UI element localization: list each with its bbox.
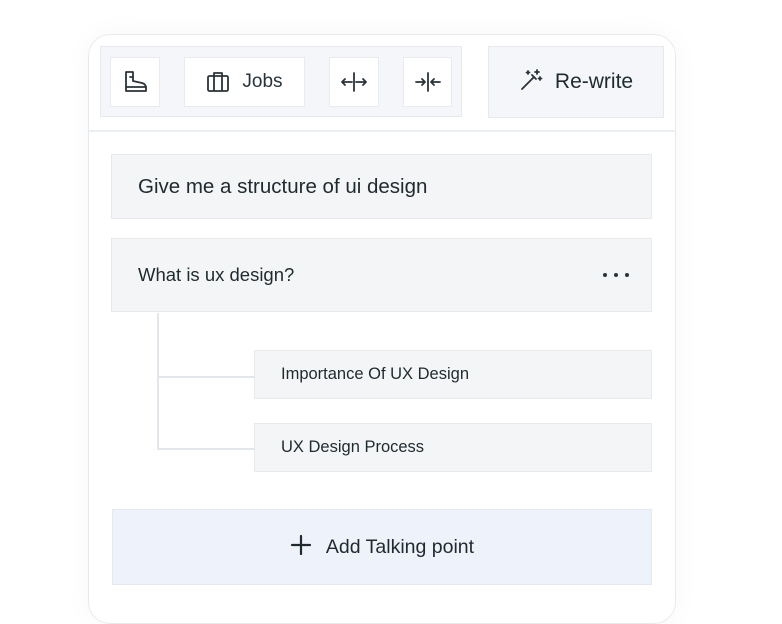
expand-horizontal-icon: [340, 71, 368, 93]
prompt-block[interactable]: Give me a structure of ui design: [111, 154, 652, 219]
tree-branch: [157, 448, 254, 450]
more-options-icon[interactable]: [603, 267, 629, 283]
tree-connector: [157, 313, 159, 449]
jobs-label: Jobs: [242, 71, 283, 92]
subpoint-text: Importance Of UX Design: [281, 365, 469, 383]
plus-icon: [290, 534, 312, 561]
subpoint-item[interactable]: UX Design Process: [254, 423, 652, 472]
briefcase-icon: [206, 71, 230, 93]
add-talking-point-button[interactable]: Add Talking point: [112, 509, 652, 585]
tree-branch: [157, 376, 254, 378]
subpoint-text: UX Design Process: [281, 438, 425, 456]
subpoint-item[interactable]: Importance Of UX Design: [254, 350, 652, 399]
heading-block[interactable]: What is ux design?: [111, 238, 652, 312]
heading-text: What is ux design?: [138, 264, 295, 285]
add-talking-point-label: Add Talking point: [325, 535, 475, 558]
rewrite-button[interactable]: Re-write: [488, 46, 664, 118]
rewrite-label: Re-write: [554, 70, 634, 93]
expand-button[interactable]: [329, 57, 379, 107]
collapse-horizontal-icon: [414, 71, 442, 93]
jobs-button[interactable]: Jobs: [184, 57, 305, 107]
boot-button[interactable]: [110, 57, 160, 107]
toolbar-divider: [89, 130, 675, 132]
magic-wand-icon: [519, 68, 543, 97]
prompt-text: Give me a structure of ui design: [138, 174, 428, 198]
collapse-button[interactable]: [403, 57, 452, 107]
boot-icon: [122, 70, 148, 94]
